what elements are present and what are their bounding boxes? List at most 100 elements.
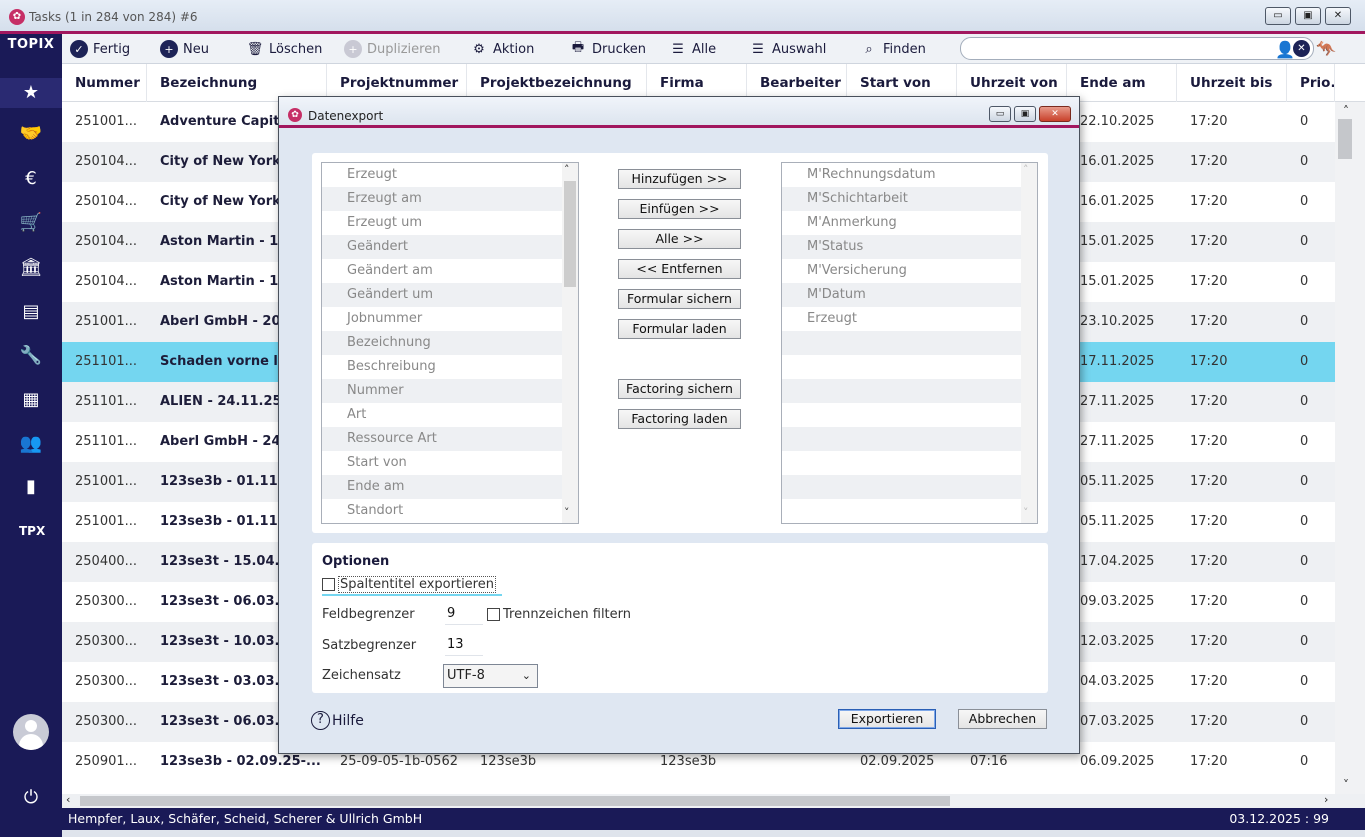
- scroll-down-icon[interactable]: ˅: [1343, 778, 1349, 792]
- list-item[interactable]: Erzeugt am: [322, 187, 578, 211]
- list-item[interactable]: Art: [322, 403, 578, 427]
- scroll-up-icon[interactable]: ˄: [1343, 104, 1349, 118]
- power-icon[interactable]: ⏻: [19, 786, 43, 810]
- list-item[interactable]: Geändert um: [322, 283, 578, 307]
- column-header[interactable]: Ende am: [1067, 64, 1177, 102]
- satzbegrenzer-field[interactable]: 13: [445, 634, 483, 656]
- kangaroo-icon[interactable]: 🦘: [1316, 39, 1340, 59]
- scroll-thumb[interactable]: [564, 181, 576, 287]
- scroll-thumb[interactable]: [1338, 119, 1352, 159]
- list-item[interactable]: M'Anmerkung: [782, 211, 1037, 235]
- list-scrollbar[interactable]: ˄ ˅: [562, 163, 578, 523]
- scroll-thumb[interactable]: [80, 796, 950, 806]
- dialog-minimize-button[interactable]: ▭: [989, 106, 1011, 122]
- wrench-icon[interactable]: 🔧: [19, 344, 43, 368]
- maximize-button[interactable]: ▣: [1295, 7, 1321, 25]
- fertig-button[interactable]: ✓ Fertig: [70, 38, 130, 60]
- feldbegrenzer-field[interactable]: 9: [445, 603, 483, 625]
- factoring-sichern-button[interactable]: Factoring sichern: [618, 379, 741, 399]
- available-fields-list[interactable]: Erzeugt Erzeugt am Erzeugt um Geändert Geänd…: [321, 162, 579, 524]
- finden-button[interactable]: ⌕ Finden: [860, 38, 926, 60]
- loeschen-button[interactable]: 🗑 Löschen: [246, 38, 323, 60]
- auswahl-button[interactable]: ☰ Auswahl: [749, 38, 826, 60]
- neu-button[interactable]: + Neu: [160, 38, 209, 60]
- scroll-down-icon[interactable]: ˅: [564, 506, 570, 519]
- list-item[interactable]: Start von: [322, 451, 578, 475]
- alle-hinzufuegen-button[interactable]: Alle >>: [618, 229, 741, 249]
- table-cell-prio: 0: [1300, 314, 1309, 329]
- horizontal-scrollbar[interactable]: ‹ ›: [62, 793, 1365, 808]
- column-header[interactable]: Uhrzeit bis: [1177, 64, 1287, 102]
- list-item[interactable]: Nummer: [322, 379, 578, 403]
- list-item[interactable]: M'Versicherung: [782, 259, 1037, 283]
- duplizieren-button[interactable]: + Duplizieren: [344, 38, 440, 60]
- drucken-button[interactable]: 🖶 Drucken: [569, 38, 646, 60]
- spaltentitel-label[interactable]: Spaltentitel exportieren: [338, 576, 496, 593]
- dialog-maximize-button[interactable]: ▣: [1014, 106, 1036, 122]
- datenexport-dialog: ✿ Datenexport ▭ ▣ ✕ Erzeugt Erzeugt am Erz…: [278, 96, 1080, 754]
- aktion-button[interactable]: ⚙ Aktion: [470, 38, 534, 60]
- einfuegen-button[interactable]: Einfügen >>: [618, 199, 741, 219]
- list-item[interactable]: M'Datum: [782, 283, 1037, 307]
- list-item[interactable]: Beschreibung: [322, 355, 578, 379]
- list-item[interactable]: Erzeugt um: [322, 211, 578, 235]
- table-cell-nummer: 251001...: [75, 474, 138, 489]
- entfernen-button[interactable]: << Entfernen: [618, 259, 741, 279]
- list-item[interactable]: Ende am: [322, 475, 578, 499]
- dialog-close-button[interactable]: ✕: [1039, 106, 1071, 122]
- scroll-left-icon[interactable]: ‹: [66, 793, 70, 806]
- avatar[interactable]: [13, 714, 49, 750]
- list-item[interactable]: Erzeugt: [782, 307, 1037, 331]
- search-input[interactable]: ✕: [960, 37, 1314, 60]
- list-item[interactable]: Erzeugt: [322, 163, 578, 187]
- selected-fields-list[interactable]: M'Rechnungsdatum M'Schichtarbeit M'Anmerku…: [781, 162, 1038, 524]
- archive-box-icon[interactable]: ▤: [19, 300, 43, 324]
- star-icon[interactable]: ★: [0, 78, 62, 108]
- list-item[interactable]: Geändert am: [322, 259, 578, 283]
- handshake-icon[interactable]: 🤝: [19, 122, 43, 146]
- vertical-scrollbar[interactable]: ˄ ˅: [1335, 102, 1365, 794]
- spaltentitel-checkbox[interactable]: [322, 578, 335, 591]
- tpx-icon[interactable]: TPX: [19, 519, 45, 543]
- column-header[interactable]: Prio.: [1287, 64, 1335, 102]
- list-item[interactable]: M'Status: [782, 235, 1037, 259]
- invoice-euro-icon[interactable]: €: [19, 167, 43, 191]
- scroll-right-icon[interactable]: ›: [1324, 793, 1328, 806]
- table-cell-uhrzeit-bis: 17:20: [1190, 714, 1228, 729]
- people-icon[interactable]: 👥: [19, 432, 43, 456]
- hilfe-button[interactable]: ? Hilfe: [311, 711, 364, 730]
- clear-search-icon[interactable]: ✕: [1293, 40, 1310, 57]
- table-cell-prio: 0: [1300, 194, 1309, 209]
- trennzeichen-label[interactable]: Trennzeichen filtern: [503, 607, 631, 622]
- list-item[interactable]: Jobnummer: [322, 307, 578, 331]
- table-cell-nummer: 250104...: [75, 154, 138, 169]
- list-item[interactable]: M'Rechnungsdatum: [782, 163, 1037, 187]
- hinzufuegen-button[interactable]: Hinzufügen >>: [618, 169, 741, 189]
- trennzeichen-checkbox[interactable]: [487, 608, 500, 621]
- list-item[interactable]: Ressource Art: [322, 427, 578, 451]
- abbrechen-button[interactable]: Abbrechen: [958, 709, 1047, 729]
- cart-icon[interactable]: 🛒: [19, 211, 43, 235]
- factoring-laden-button[interactable]: Factoring laden: [618, 409, 741, 429]
- list-item[interactable]: Geändert: [322, 235, 578, 259]
- minimize-button[interactable]: ▭: [1265, 7, 1291, 25]
- exportieren-button[interactable]: Exportieren: [838, 709, 936, 729]
- list-item[interactable]: M'Schichtarbeit: [782, 187, 1037, 211]
- list-item[interactable]: Standort: [322, 499, 578, 523]
- scroll-down-icon[interactable]: ˅: [1023, 506, 1029, 519]
- column-header[interactable]: Nummer: [62, 64, 147, 102]
- calculator-icon[interactable]: ▦: [19, 388, 43, 412]
- scroll-up-icon[interactable]: ˄: [564, 163, 570, 176]
- brand-logo: TOPIX: [7, 37, 55, 52]
- formular-sichern-button[interactable]: Formular sichern: [618, 289, 741, 309]
- user-icon[interactable]: 👤: [1275, 40, 1295, 60]
- list-item[interactable]: Bezeichnung: [322, 331, 578, 355]
- list-scrollbar[interactable]: ˄ ˅: [1021, 163, 1037, 523]
- zeichensatz-select[interactable]: UTF-8 ⌄: [443, 664, 538, 688]
- chart-icon[interactable]: ▮: [19, 475, 43, 499]
- scroll-up-icon[interactable]: ˄: [1023, 163, 1029, 176]
- bank-icon[interactable]: 🏛: [19, 256, 43, 280]
- formular-laden-button[interactable]: Formular laden: [618, 319, 741, 339]
- alle-button[interactable]: ☰ Alle: [669, 38, 716, 60]
- close-button[interactable]: ✕: [1325, 7, 1351, 25]
